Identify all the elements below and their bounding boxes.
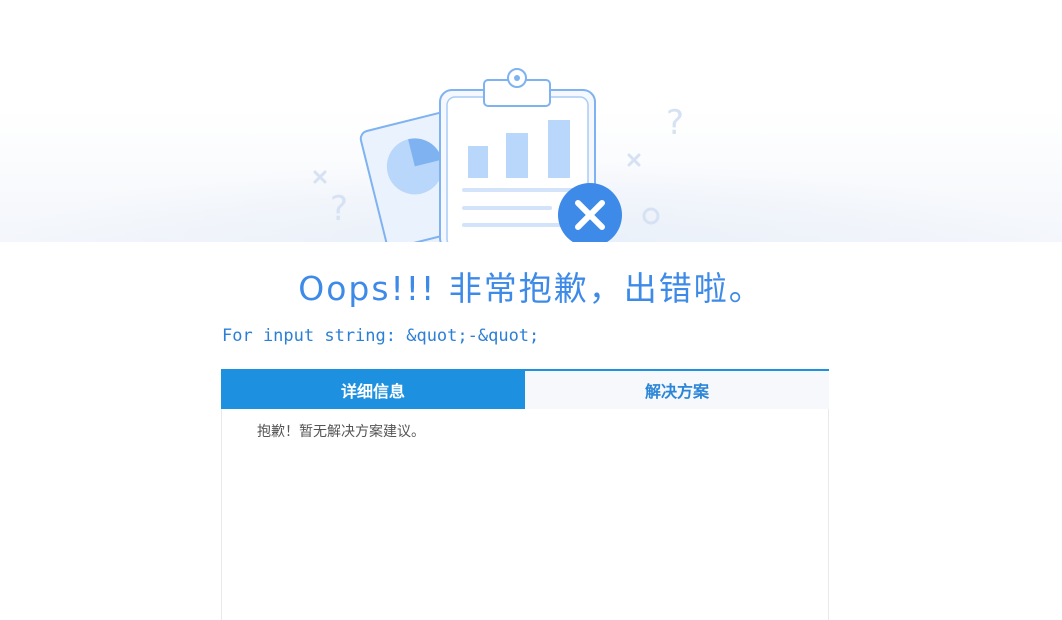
page-title: Oops!!! 非常抱歉，出错啦。 [298,269,764,308]
panel-message: 抱歉！暂无解决方案建议。 [257,424,425,440]
cross-icon [313,170,327,184]
error-message: For input string: &quot;-&quot; [222,326,540,346]
tab-bar: 详细信息 解决方案 [221,369,829,409]
circle-icon [642,207,660,225]
tab-details[interactable]: 详细信息 [221,371,525,409]
error-report-illustration: ? ? [313,68,684,242]
error-page: ? ? Oops!!! 非常抱歉，出错啦。 For input string: … [0,0,1062,620]
tab-panel: 抱歉！暂无解决方案建议。 [221,409,829,620]
question-mark-icon: ? [330,189,348,229]
tab-solutions[interactable]: 解决方案 [525,371,829,409]
hero-banner: ? ? [0,0,1062,242]
question-mark-icon: ? [666,103,684,143]
cross-icon [627,153,641,167]
